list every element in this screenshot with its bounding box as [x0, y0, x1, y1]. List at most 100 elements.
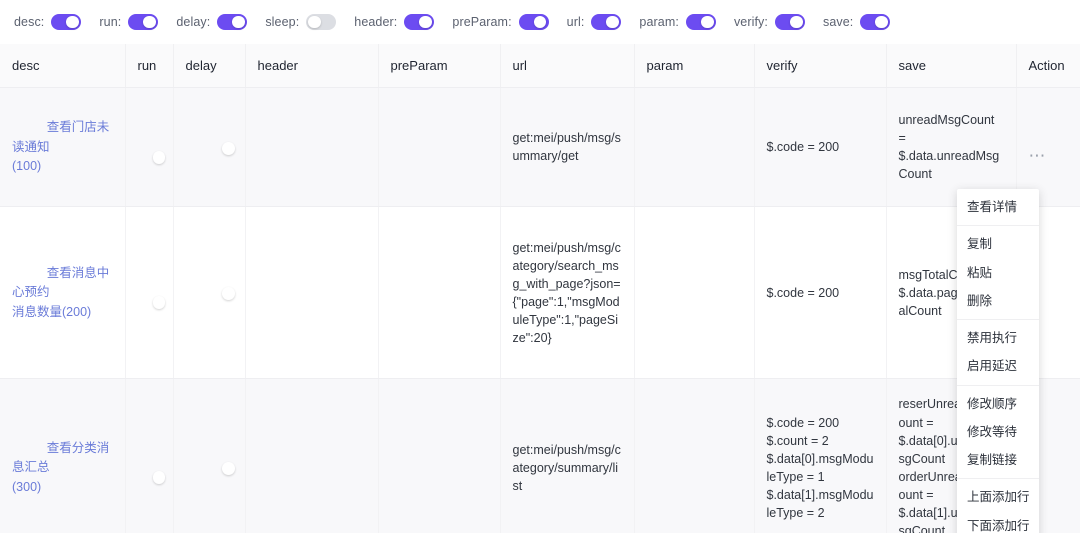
column-header-preparam[interactable]: preParam [378, 44, 501, 88]
toggle-label-desc: desc: [14, 15, 45, 29]
context-menu-separator [957, 384, 1039, 386]
toggle-bar: desc: run: delay: sleep: header: prePara… [0, 0, 1080, 44]
cell-verify[interactable]: $.code = 200 [754, 87, 887, 208]
context-menu-item-enable-delay[interactable]: 启用延迟 [957, 352, 1039, 380]
cell-header[interactable] [245, 87, 379, 208]
toggle-knob [232, 15, 246, 29]
toggle-group-delay: delay: [176, 14, 248, 30]
toggle-knob [419, 15, 433, 29]
context-menu-item-change-wait[interactable]: 修改等待 [957, 418, 1039, 446]
toggle-label-sleep: sleep: [265, 15, 300, 29]
toggle-group-run: run: [99, 14, 159, 30]
toggle-label-delay: delay: [176, 15, 211, 29]
cell-preparam[interactable] [378, 87, 501, 208]
column-header-action[interactable]: Action [1016, 44, 1080, 88]
cell-url[interactable]: get:mei/push/msg/category/search_msg_wit… [500, 206, 635, 380]
cell-desc: 查看门店未读通知 (100) [0, 87, 126, 208]
toggle-knob [152, 471, 166, 485]
cell-url[interactable]: get:mei/push/msg/summary/get [500, 87, 635, 208]
desc-link[interactable]: 查看分类消息汇总 (300) [12, 441, 109, 494]
cell-preparam[interactable] [378, 378, 501, 533]
context-menu-item-delete[interactable]: 删除 [957, 287, 1039, 315]
toggle-knob [533, 15, 547, 29]
toggle-knob [789, 15, 803, 29]
toggle-label-param: param: [639, 15, 679, 29]
context-menu-item-disable-run[interactable]: 禁用执行 [957, 324, 1039, 352]
cell-param[interactable] [634, 378, 755, 533]
cell-param[interactable] [634, 206, 755, 380]
cell-url[interactable]: get:mei/push/msg/category/summary/list [500, 378, 635, 533]
toggle-knob [143, 15, 157, 29]
toggle-knob [152, 296, 166, 310]
column-header-param[interactable]: param [634, 44, 755, 88]
context-menu-item-copy-link[interactable]: 复制链接 [957, 446, 1039, 474]
request-table-container: desc run delay header preParam url param… [0, 44, 1080, 533]
toggle-switch-run[interactable] [128, 14, 159, 30]
column-header-url[interactable]: url [500, 44, 635, 88]
context-menu-item-add-row-below[interactable]: 下面添加行 [957, 512, 1039, 533]
toggle-label-preparam: preParam: [452, 15, 512, 29]
context-menu-item-add-row-above[interactable]: 上面添加行 [957, 483, 1039, 511]
column-header-delay[interactable]: delay [173, 44, 246, 88]
table-body: 查看门店未读通知 (100) get:mei/push/msg/summary/… [0, 87, 1080, 533]
column-header-run[interactable]: run [125, 44, 174, 88]
toggle-knob [66, 15, 80, 29]
toggle-switch-desc[interactable] [51, 14, 82, 30]
toggle-group-verify: verify: [734, 14, 805, 30]
table-header-row: desc run delay header preParam url param… [0, 44, 1080, 88]
toggle-group-save: save: [822, 14, 891, 30]
context-menu-item-copy[interactable]: 复制 [957, 230, 1039, 258]
desc-link[interactable]: 查看门店未读通知 (100) [12, 120, 109, 173]
cell-header[interactable] [245, 378, 379, 533]
toggle-switch-save[interactable] [860, 14, 891, 30]
toggle-switch-header[interactable] [404, 14, 435, 30]
context-menu-separator [957, 319, 1039, 320]
toggle-knob [606, 15, 620, 29]
cell-delay [173, 87, 246, 208]
cell-verify[interactable]: $.code = 200 $.count = 2 $.data[0].msgMo… [754, 378, 887, 533]
toggle-label-verify: verify: [733, 15, 768, 29]
toggle-switch-url[interactable] [591, 14, 622, 30]
row-context-menu: 查看详情 复制 粘贴 删除 禁用执行 启用延迟 修改顺序 修改等待 复制链接 上… [957, 189, 1039, 533]
context-menu-item-change-order[interactable]: 修改顺序 [957, 390, 1039, 418]
column-header-desc[interactable]: desc [0, 44, 126, 88]
cell-delay [173, 206, 246, 380]
context-menu-separator [957, 225, 1039, 227]
cell-header[interactable] [245, 206, 379, 380]
context-menu-item-view-detail[interactable]: 查看详情 [957, 193, 1039, 221]
cell-run [125, 378, 174, 533]
toggle-knob [152, 150, 166, 164]
toggle-label-save: save: [822, 15, 854, 29]
toggle-knob [221, 462, 235, 476]
toggle-switch-sleep[interactable] [306, 14, 337, 30]
cell-preparam[interactable] [378, 206, 501, 380]
toggle-label-run: run: [99, 15, 122, 29]
cell-verify[interactable]: $.code = 200 [754, 206, 887, 380]
toggle-group-preparam: preParam: [452, 14, 549, 30]
toggle-switch-verify[interactable] [774, 14, 805, 30]
cell-desc: 查看分类消息汇总 (300) [0, 378, 126, 533]
toggle-knob [307, 15, 321, 29]
cell-desc: 查看消息中心预约 消息数量(200) [0, 206, 126, 380]
column-header-save[interactable]: save [886, 44, 1017, 88]
toggle-switch-preparam[interactable] [518, 14, 549, 30]
toggle-label-header: header: [354, 15, 398, 29]
cell-run [125, 206, 174, 380]
column-header-header[interactable]: header [245, 44, 379, 88]
toggle-knob [700, 15, 714, 29]
toggle-group-sleep: sleep: [265, 14, 337, 30]
cell-delay [173, 378, 246, 533]
toggle-switch-param[interactable] [685, 14, 716, 30]
context-menu-item-paste[interactable]: 粘贴 [957, 259, 1039, 287]
toggle-switch-delay[interactable] [217, 14, 248, 30]
desc-link[interactable]: 查看消息中心预约 消息数量(200) [12, 266, 109, 319]
toggle-knob [221, 287, 235, 301]
toggle-group-desc: desc: [14, 14, 82, 30]
table-row: 查看消息中心预约 消息数量(200) get:mei/push/msg/cate… [0, 206, 1080, 380]
table-row: 查看门店未读通知 (100) get:mei/push/msg/summary/… [0, 87, 1080, 208]
cell-run [125, 87, 174, 208]
context-menu-separator [957, 478, 1039, 480]
column-header-verify[interactable]: verify [754, 44, 887, 88]
cell-param[interactable] [634, 87, 755, 208]
row-action-menu-icon[interactable]: ⋯ [1029, 146, 1048, 165]
